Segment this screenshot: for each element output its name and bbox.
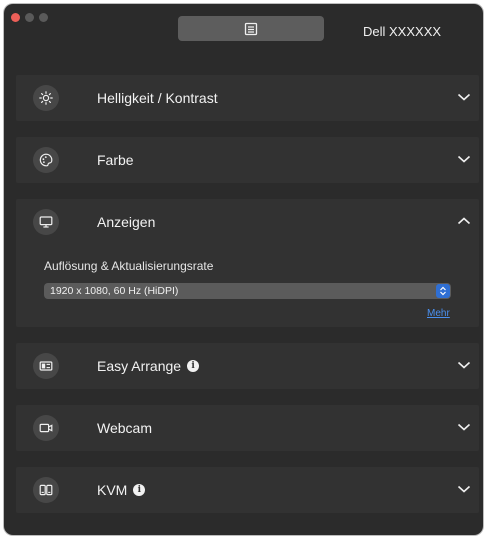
menu-tab-button[interactable] xyxy=(178,16,324,41)
section-header-color[interactable]: Farbe xyxy=(16,137,479,183)
section-header-webcam[interactable]: Webcam xyxy=(16,405,479,451)
info-icon[interactable]: i xyxy=(187,360,200,372)
close-window-button[interactable] xyxy=(11,13,20,22)
app-window: Dell XXXXXX Helligkeit / Kontrast Farbe … xyxy=(4,4,483,535)
select-stepper-icon[interactable] xyxy=(436,284,450,298)
section-header-easy-arrange[interactable]: Easy Arrange i xyxy=(16,343,479,389)
chevron-up-icon[interactable] xyxy=(457,216,471,226)
webcam-icon xyxy=(33,415,59,441)
section-display: Anzeigen Auflösung & Aktualisierungsrate… xyxy=(16,199,479,327)
layout-icon xyxy=(33,353,59,379)
chevron-down-icon[interactable] xyxy=(457,360,471,370)
maximize-window-button[interactable] xyxy=(39,13,48,22)
section-header-kvm[interactable]: KVM i xyxy=(16,467,479,513)
kvm-icon xyxy=(33,477,59,503)
resolution-select[interactable]: 1920 x 1080, 60 Hz (HiDPI) xyxy=(44,283,451,299)
display-icon xyxy=(33,209,59,235)
section-brightness-contrast: Helligkeit / Kontrast xyxy=(16,75,479,121)
brightness-icon xyxy=(33,85,59,111)
chevron-down-icon[interactable] xyxy=(457,154,471,164)
section-header-display[interactable]: Anzeigen xyxy=(16,199,479,245)
section-color: Farbe xyxy=(16,137,479,183)
palette-icon xyxy=(33,147,59,173)
section-label: Webcam xyxy=(97,420,152,436)
document-icon xyxy=(244,22,258,35)
section-label: KVM i xyxy=(97,482,146,498)
chevron-down-icon[interactable] xyxy=(457,422,471,432)
info-icon[interactable]: i xyxy=(133,484,146,496)
monitor-name: Dell XXXXXX xyxy=(363,24,442,39)
resolution-label: Auflösung & Aktualisierungsrate xyxy=(44,259,214,273)
chevron-down-icon[interactable] xyxy=(457,92,471,102)
more-link[interactable]: Mehr xyxy=(427,308,450,319)
section-label: Helligkeit / Kontrast xyxy=(97,90,218,106)
minimize-window-button[interactable] xyxy=(25,13,34,22)
section-webcam: Webcam xyxy=(16,405,479,451)
chevron-down-icon[interactable] xyxy=(457,484,471,494)
section-label: Farbe xyxy=(97,152,134,168)
section-header-brightness[interactable]: Helligkeit / Kontrast xyxy=(16,75,479,121)
section-kvm: KVM i xyxy=(16,467,479,513)
section-label: Easy Arrange i xyxy=(97,358,200,374)
resolution-value: 1920 x 1080, 60 Hz (HiDPI) xyxy=(50,285,179,297)
section-label: Anzeigen xyxy=(97,214,156,230)
section-easy-arrange: Easy Arrange i xyxy=(16,343,479,389)
